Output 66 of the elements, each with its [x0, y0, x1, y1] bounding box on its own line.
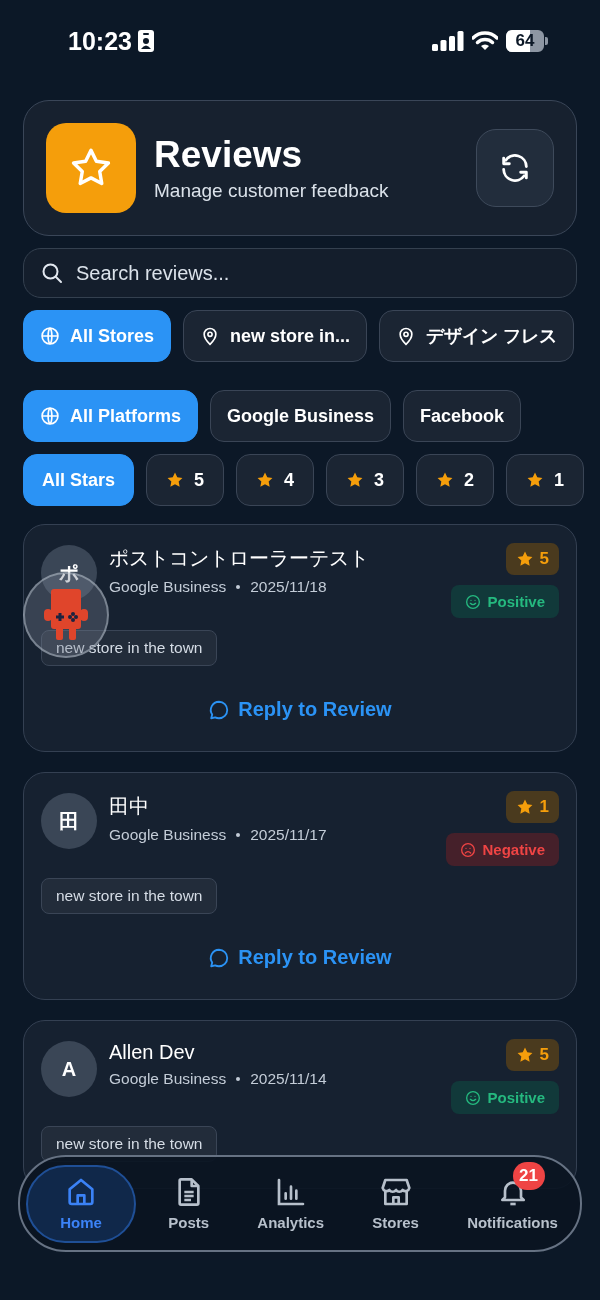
smile-icon	[465, 1089, 482, 1106]
star-icon	[436, 471, 454, 489]
separator-dot	[236, 833, 241, 837]
globe-icon	[40, 406, 60, 426]
store-filter-chip[interactable]: new store in...	[183, 310, 368, 362]
signal-icon	[432, 31, 464, 51]
store-filter-chip[interactable]: デザイン フレス	[379, 310, 575, 362]
star-icon	[515, 550, 534, 568]
search-field[interactable]: Search reviews...	[74, 260, 560, 286]
storefront-icon	[379, 1176, 412, 1208]
star-icon	[515, 798, 534, 816]
store-tag: new store in the town	[41, 630, 218, 666]
reply-button[interactable]: Reply to Review	[202, 942, 398, 973]
globe-icon	[40, 326, 60, 346]
review-platform: Google Business	[109, 578, 227, 596]
smile-icon	[465, 593, 482, 610]
search-icon	[40, 261, 64, 285]
avatar: 田	[41, 793, 97, 849]
page-subtitle: Manage customer feedback	[154, 180, 390, 202]
nav-tab[interactable]: Home	[26, 1164, 136, 1243]
review-date: 2025/11/18	[250, 578, 327, 596]
star-icon	[346, 471, 364, 489]
star-filter-chip[interactable]: 4	[236, 454, 315, 506]
reviewer-name: 田中	[109, 794, 150, 819]
star-icon	[515, 1046, 534, 1064]
separator-dot	[236, 1077, 241, 1081]
wifi-icon	[472, 31, 498, 51]
notification-count-badge: 21	[512, 1162, 545, 1190]
search-bar[interactable]: Search reviews...	[23, 248, 577, 298]
robot-icon	[43, 589, 89, 641]
chat-bubble-icon	[208, 946, 231, 969]
reviewer-name: ポストコントローラーテスト	[109, 546, 370, 571]
sentiment-badge: Positive	[451, 1081, 559, 1114]
review-platform: Google Business	[109, 1070, 227, 1088]
chat-bubble-icon	[208, 698, 231, 721]
review-date: 2025/11/17	[250, 826, 327, 844]
platform-filter-chip[interactable]: Facebook	[403, 390, 522, 442]
star-icon	[256, 471, 274, 489]
sentiment-badge: Negative	[446, 833, 559, 866]
status-time: 10:23	[68, 26, 132, 56]
nav-tab[interactable]: Stores	[356, 1166, 435, 1241]
rating-value: 5	[539, 1045, 549, 1065]
avatar: A	[41, 1041, 97, 1097]
star-filter-chip[interactable]: 5	[146, 454, 225, 506]
separator-dot	[236, 585, 241, 589]
rating-value: 1	[539, 797, 549, 817]
star-icon	[526, 471, 544, 489]
star-filter-chip[interactable]: 1	[506, 454, 585, 506]
review-date: 2025/11/14	[250, 1070, 327, 1088]
star-filter-chip[interactable]: 3	[326, 454, 405, 506]
sentiment-badge: Positive	[451, 585, 559, 618]
home-icon	[65, 1176, 97, 1208]
page-title: Reviews	[154, 134, 304, 176]
star-icon	[166, 471, 184, 489]
reply-button[interactable]: Reply to Review	[202, 694, 398, 725]
review-platform: Google Business	[109, 826, 227, 844]
reviewer-name: Allen Dev	[109, 1041, 196, 1064]
star-filter-chip[interactable]: 2	[416, 454, 495, 506]
store-tag: new store in the town	[41, 878, 218, 914]
nav-tab[interactable]: Analytics	[241, 1166, 340, 1241]
frown-icon	[460, 841, 477, 858]
nav-tab[interactable]: Posts	[152, 1166, 226, 1241]
refresh-button[interactable]	[476, 129, 554, 207]
rating-value: 5	[539, 549, 549, 569]
id-card-icon	[137, 30, 154, 52]
platform-filter-chip[interactable]: Google Business	[210, 390, 392, 442]
